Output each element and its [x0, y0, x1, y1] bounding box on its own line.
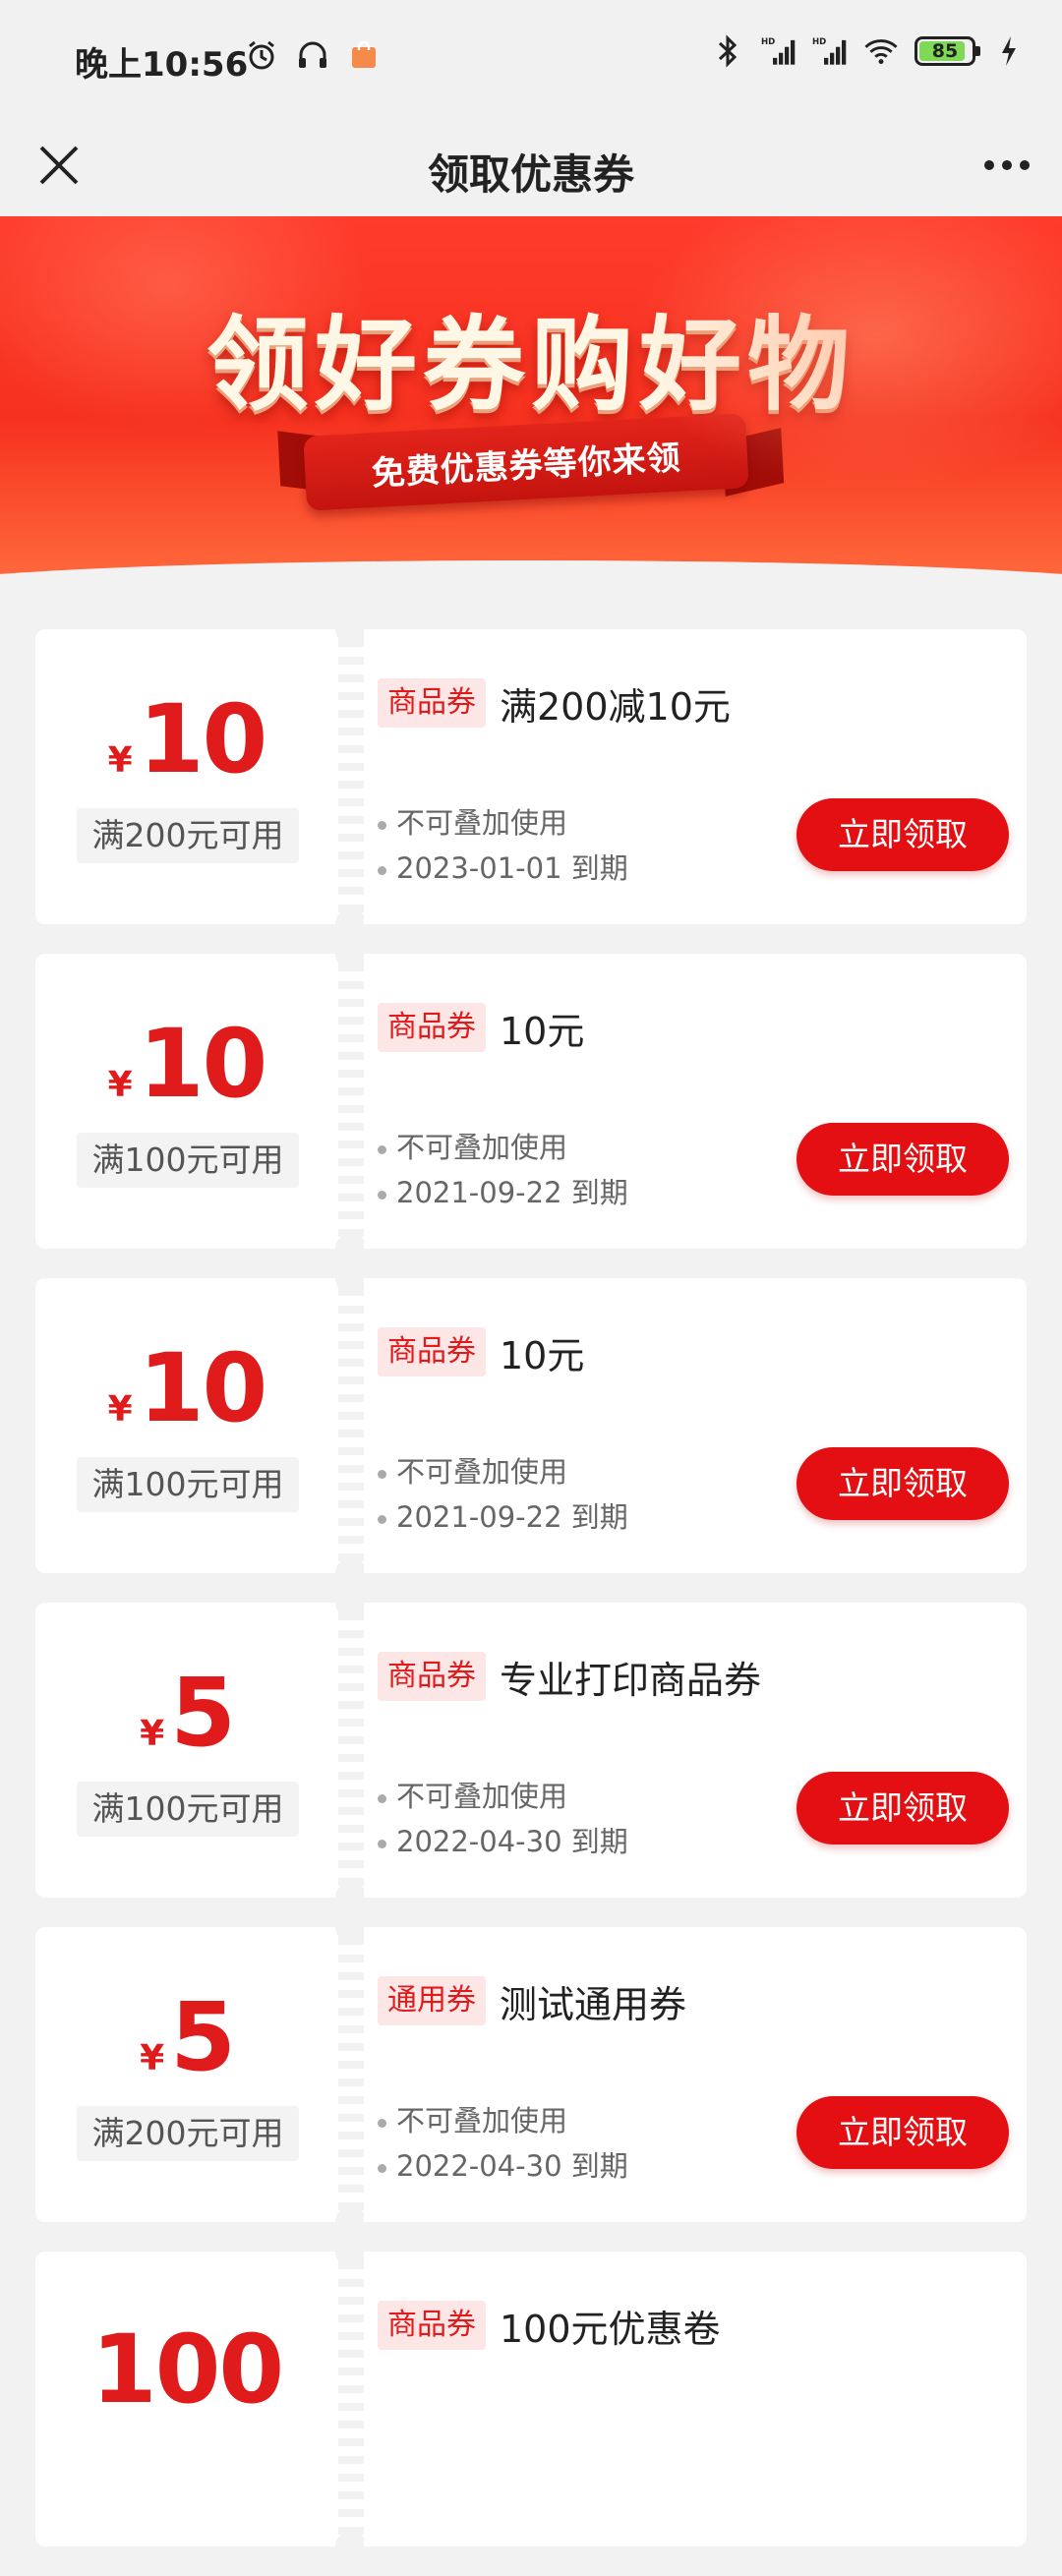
- coupon-title: 10元: [500, 1010, 585, 1053]
- coupon-title: 100元优惠卷: [500, 2308, 721, 2351]
- status-time: 晚上10:56: [75, 45, 249, 85]
- coupon-card: ¥10 满100元可用 商品券 10元 不可叠加使用 2021-09-22 到期…: [35, 938, 1027, 1264]
- coupon-amount: 100: [35, 2320, 338, 2419]
- status-icons-right: HD HD 85: [710, 33, 1027, 69]
- coupon-card: ¥10 满100元可用 商品券 10元 不可叠加使用 2021-09-22 到期…: [35, 1262, 1027, 1589]
- coupon-title: 满200减10元: [500, 685, 731, 729]
- coupon-card: 100 商品券 100元优惠卷: [35, 2236, 1027, 2562]
- coupon-condition: 满200元可用: [77, 2106, 299, 2161]
- banner-ribbon-text: 免费优惠券等你来领: [370, 438, 682, 494]
- coupon-type-badge: 商品券: [378, 1652, 486, 1701]
- coupon-amount: ¥10: [35, 1339, 338, 1437]
- hd-signal-icon: HD: [812, 33, 848, 69]
- claim-button[interactable]: 立即领取: [796, 798, 1009, 871]
- coupon-expiry: 2023-01-01 到期: [396, 851, 628, 885]
- coupon-type-badge: 通用券: [378, 1976, 486, 2025]
- coupon-amount: ¥10: [35, 690, 338, 789]
- coupon-rules: 不可叠加使用 2023-01-01 到期: [378, 800, 628, 891]
- coupon-type-badge: 商品券: [378, 1003, 486, 1052]
- claim-button[interactable]: 立即领取: [796, 2096, 1009, 2169]
- amount-value: 100: [90, 2314, 284, 2425]
- coupon-expiry: 2021-09-22 到期: [396, 1176, 628, 1209]
- coupon-condition: 满200元可用: [77, 808, 299, 863]
- battery-level: 85: [931, 40, 959, 62]
- amount-value: 10: [138, 1333, 268, 1443]
- coupon-rule: 不可叠加使用: [396, 2104, 568, 2137]
- coupon-title: 测试通用券: [500, 1983, 687, 2026]
- coupon-title: 专业打印商品券: [500, 1659, 762, 1702]
- coupon-list: ¥10 满200元可用 商品券 满200减10元 不可叠加使用 2023-01-…: [35, 614, 1027, 2576]
- page-title: 领取优惠券: [427, 150, 634, 199]
- coupon-amount: ¥5: [35, 1664, 338, 1762]
- coupon-condition: 满100元可用: [77, 1133, 299, 1188]
- status-bar: 晚上10:56 HD HD 85: [0, 0, 1062, 114]
- currency-symbol: ¥: [107, 740, 133, 781]
- bluetooth-icon: [710, 33, 745, 69]
- amount-value: 5: [170, 1658, 236, 1768]
- coupon-card: ¥5 满100元可用 商品券 专业打印商品券 不可叠加使用 2022-04-30…: [35, 1587, 1027, 1913]
- coupon-amount: ¥10: [35, 1015, 338, 1113]
- coupon-condition: 满100元可用: [77, 1782, 299, 1837]
- amount-value: 10: [138, 1009, 268, 1119]
- nav-bar: 领取优惠券: [0, 114, 1062, 216]
- banner-headline: 领好券购好物: [206, 305, 856, 425]
- coupon-expiry: 2021-09-22 到期: [396, 1500, 628, 1534]
- coupon-title: 10元: [500, 1334, 585, 1377]
- claim-button[interactable]: 立即领取: [796, 1123, 1009, 1196]
- coupon-type-badge: 商品券: [378, 2301, 486, 2350]
- coupon-info-panel: [364, 2252, 1027, 2547]
- coupon-rule: 不可叠加使用: [396, 1131, 568, 1164]
- coupon-condition: 满100元可用: [77, 1457, 299, 1512]
- amount-value: 10: [138, 684, 268, 794]
- coupon-rules: 不可叠加使用 2021-09-22 到期: [378, 1125, 628, 1215]
- alarm-icon: [244, 37, 279, 73]
- coupon-card: ¥5 满200元可用 通用券 测试通用券 不可叠加使用 2022-04-30 到…: [35, 1911, 1027, 2238]
- coupon-rules: 不可叠加使用 2022-04-30 到期: [378, 2098, 628, 2189]
- currency-symbol: ¥: [107, 1065, 133, 1105]
- amount-value: 5: [170, 1982, 236, 2092]
- svg-text:HD: HD: [812, 37, 826, 47]
- hd-signal-icon: HD: [761, 33, 796, 69]
- coupon-type-badge: 商品券: [378, 1327, 486, 1376]
- wifi-icon: [863, 33, 899, 69]
- coupon-rule: 不可叠加使用: [396, 1455, 568, 1489]
- coupon-rule: 不可叠加使用: [396, 1780, 568, 1813]
- currency-symbol: ¥: [140, 2038, 165, 2078]
- coupon-expiry: 2022-04-30 到期: [396, 1825, 628, 1858]
- claim-button[interactable]: 立即领取: [796, 1772, 1009, 1844]
- coupon-type-badge: 商品券: [378, 678, 486, 728]
- svg-text:HD: HD: [761, 37, 775, 47]
- claim-button[interactable]: 立即领取: [796, 1447, 1009, 1520]
- coupon-rule: 不可叠加使用: [396, 806, 568, 840]
- currency-symbol: ¥: [107, 1389, 133, 1430]
- status-icons-left: [244, 37, 382, 73]
- coupon-card: ¥10 满200元可用 商品券 满200减10元 不可叠加使用 2023-01-…: [35, 614, 1027, 940]
- shopping-bag-icon: [346, 37, 382, 73]
- charging-icon: [991, 33, 1027, 69]
- coupon-expiry: 2022-04-30 到期: [396, 2149, 628, 2183]
- battery-indicator: 85: [914, 36, 980, 66]
- more-icon[interactable]: [977, 136, 1036, 195]
- coupon-amount: ¥5: [35, 1988, 338, 2086]
- coupon-rules: 不可叠加使用 2021-09-22 到期: [378, 1449, 628, 1540]
- promo-banner: 领好券购好物 免费优惠券等你来领: [0, 216, 1062, 582]
- currency-symbol: ¥: [140, 1714, 165, 1754]
- headset-icon: [295, 37, 330, 73]
- coupon-rules: 不可叠加使用 2022-04-30 到期: [378, 1774, 628, 1864]
